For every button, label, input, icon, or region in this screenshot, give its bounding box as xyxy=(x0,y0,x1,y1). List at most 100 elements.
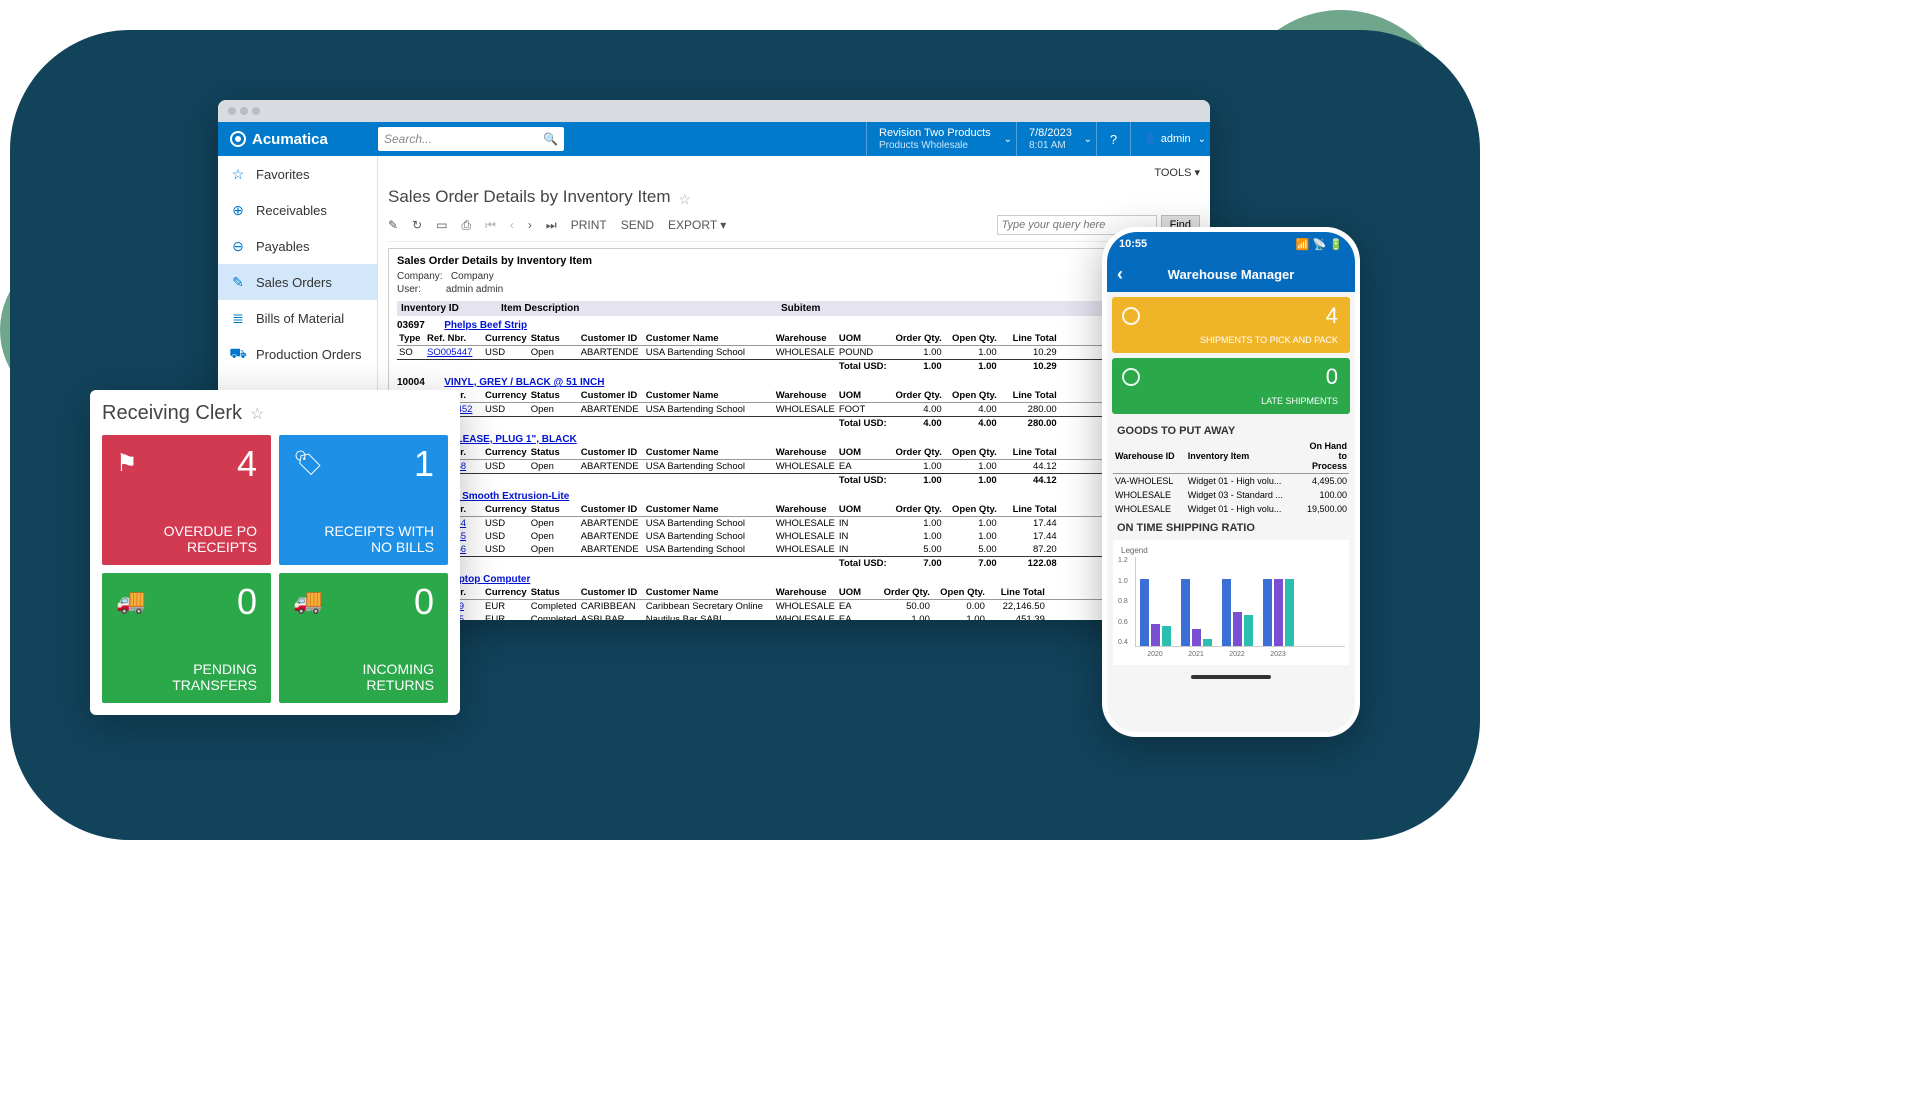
search-input[interactable]: Search... 🔍 xyxy=(378,127,564,151)
bar-group: 2020 xyxy=(1140,579,1171,647)
bar xyxy=(1162,626,1171,646)
nav-icon: ⊕ xyxy=(230,202,246,218)
help-icon[interactable]: ? xyxy=(1096,122,1130,156)
bar xyxy=(1181,579,1190,647)
goods-row: VA-WHOLESLWidget 01 - High volu...4,495.… xyxy=(1113,474,1349,489)
x-label: 2023 xyxy=(1263,651,1293,658)
kpi-tile[interactable]: 🚚 0 INCOMINGRETURNS xyxy=(279,573,448,703)
chevron-down-icon: ⌄ xyxy=(1198,134,1206,145)
tile-icon: 🏷 xyxy=(293,449,321,477)
ref-link[interactable]: SO005447 xyxy=(427,347,472,358)
kpi-value: 4 xyxy=(1326,303,1338,329)
card-icon[interactable]: ▭ xyxy=(436,218,447,232)
nav-label: Payables xyxy=(256,239,309,254)
x-label: 2021 xyxy=(1181,651,1211,658)
first-page-icon[interactable]: ⏮ xyxy=(485,218,496,233)
tile-label: PENDINGTRANSFERS xyxy=(172,661,257,693)
tile-value: 1 xyxy=(414,443,434,485)
nav-icon: ⛟ xyxy=(230,346,246,362)
tile-value: 0 xyxy=(414,581,434,623)
so-row: SOSO005452USDOpenABARTENDEUSA Bartending… xyxy=(397,403,1191,417)
kpi-tile[interactable]: ⚑ 4 OVERDUE PORECEIPTS xyxy=(102,435,271,565)
last-page-icon[interactable]: ⏭ xyxy=(546,218,557,233)
bar-group: 2023 xyxy=(1263,579,1294,647)
bar xyxy=(1192,629,1201,646)
x-label: 2020 xyxy=(1140,651,1170,658)
nav-label: Bills of Material xyxy=(256,311,344,326)
brand-icon xyxy=(230,131,246,147)
item-link[interactable]: Phelps Beef Strip xyxy=(444,320,527,331)
favorite-star-icon[interactable]: ☆ xyxy=(250,404,264,424)
user-value: admin admin xyxy=(446,284,503,295)
goods-row: WHOLESALEWidget 01 - High volu...19,500.… xyxy=(1113,502,1349,516)
nav-item-bills-of-material[interactable]: ≣Bills of Material xyxy=(218,300,377,336)
bar xyxy=(1203,639,1212,646)
mobile-kpi[interactable]: 4SHIPMENTS TO PICK AND PACK xyxy=(1112,297,1350,353)
so-row: O005434USDOpenABARTENDEUSA Bartending Sc… xyxy=(397,517,1191,531)
goods-section-title: GOODS TO PUT AWAY xyxy=(1107,419,1355,439)
nav-icon: ⊖ xyxy=(230,238,246,254)
page-title: Sales Order Details by Inventory Item xyxy=(388,183,671,215)
business-date: 7/8/2023 xyxy=(1029,127,1084,139)
edit-icon[interactable]: ✎ xyxy=(388,218,398,232)
so-table: TypeRef. Nbr.CurrencyStatus Customer IDC… xyxy=(397,446,1191,487)
mobile-kpi[interactable]: 0LATE SHIPMENTS xyxy=(1112,358,1350,414)
bar xyxy=(1274,579,1283,647)
chart: Legend 1.21.00.80.60.4 2020202120222023 xyxy=(1113,540,1349,665)
bar xyxy=(1244,615,1253,647)
chevron-down-icon: ⌄ xyxy=(1004,134,1012,145)
refresh-icon[interactable]: ↻ xyxy=(412,218,422,232)
chart-legend: Legend xyxy=(1117,544,1345,557)
user-menu[interactable]: 👤 admin ⌄ xyxy=(1130,122,1210,156)
kpi-tile[interactable]: 🏷 1 RECEIPTS WITHNO BILLS xyxy=(279,435,448,565)
col-qty: On Hand to Process xyxy=(1299,439,1349,474)
mobile-header: ‹ Warehouse Manager xyxy=(1107,256,1355,292)
nav-item-receivables[interactable]: ⊕Receivables xyxy=(218,192,377,228)
so-row: 0007209EURCompletedCARIBBEANCaribbean Se… xyxy=(397,600,1191,614)
date-selector[interactable]: 7/8/2023 8:01 AM ⌄ xyxy=(1016,122,1096,156)
send-button[interactable]: SEND xyxy=(621,218,654,232)
chevron-down-icon: ⌄ xyxy=(1084,134,1092,145)
bar-group: 2021 xyxy=(1181,579,1212,647)
prev-page-icon[interactable]: ‹ xyxy=(510,218,514,232)
so-table: TypeRef. Nbr.CurrencyStatus Customer IDC… xyxy=(397,332,1191,373)
goods-row: WHOLESALEWidget 03 - Standard ...100.00 xyxy=(1113,488,1349,502)
company-value: Company xyxy=(451,271,494,282)
brand-label: Acumatica xyxy=(252,131,328,148)
kpi-value: 0 xyxy=(1326,364,1338,390)
nav-item-favorites[interactable]: ☆Favorites xyxy=(218,156,377,192)
tenant-sub: Products Wholesale xyxy=(879,140,1004,151)
business-time: 8:01 AM xyxy=(1029,140,1084,151)
main-content: TOOLS ▾ Sales Order Details by Inventory… xyxy=(378,156,1210,620)
back-icon[interactable]: ‹ xyxy=(1117,264,1123,285)
so-table: TypeRef. Nbr.CurrencyStatus Customer IDC… xyxy=(397,389,1191,430)
x-label: 2022 xyxy=(1222,651,1252,658)
export-button[interactable]: EXPORT ▾ xyxy=(668,218,726,232)
bar xyxy=(1151,624,1160,647)
search-placeholder: Search... xyxy=(384,132,432,146)
nav-icon: ☆ xyxy=(230,166,246,182)
so-row: O005455USDOpenABARTENDEUSA Bartending Sc… xyxy=(397,530,1191,543)
nav-item-sales-orders[interactable]: ✎Sales Orders xyxy=(218,264,377,300)
tenant-selector[interactable]: Revision Two Products Products Wholesale… xyxy=(866,122,1016,156)
item-link[interactable]: VINYL, GREY / BLACK @ 51 INCH xyxy=(444,377,604,388)
so-row: 0005045EURCompletedASBLBARNautilus Bar S… xyxy=(397,613,1191,620)
search-icon[interactable]: 🔍 xyxy=(543,132,558,146)
nav-icon: ✎ xyxy=(230,274,246,290)
schedule-icon[interactable]: ⎙ xyxy=(461,218,471,233)
print-button[interactable]: PRINT xyxy=(571,218,607,232)
window-chrome xyxy=(218,100,1210,122)
clock-icon xyxy=(1122,307,1140,325)
user-label: admin xyxy=(1161,133,1191,145)
tools-menu[interactable]: TOOLS ▾ xyxy=(1154,162,1200,183)
favorite-star-icon[interactable]: ☆ xyxy=(679,191,692,208)
next-page-icon[interactable]: › xyxy=(528,218,532,232)
so-row: O005458USDOpenABARTENDEUSA Bartending Sc… xyxy=(397,460,1191,474)
nav-item-production-orders[interactable]: ⛟Production Orders xyxy=(218,336,377,372)
col-item: Inventory Item xyxy=(1186,439,1299,474)
tile-value: 4 xyxy=(237,443,257,485)
report: Sales Order Details by Inventory Item Co… xyxy=(388,248,1200,620)
kpi-tile[interactable]: 🚚 0 PENDINGTRANSFERS xyxy=(102,573,271,703)
tile-value: 0 xyxy=(237,581,257,623)
nav-item-payables[interactable]: ⊖ Payables xyxy=(218,228,377,264)
